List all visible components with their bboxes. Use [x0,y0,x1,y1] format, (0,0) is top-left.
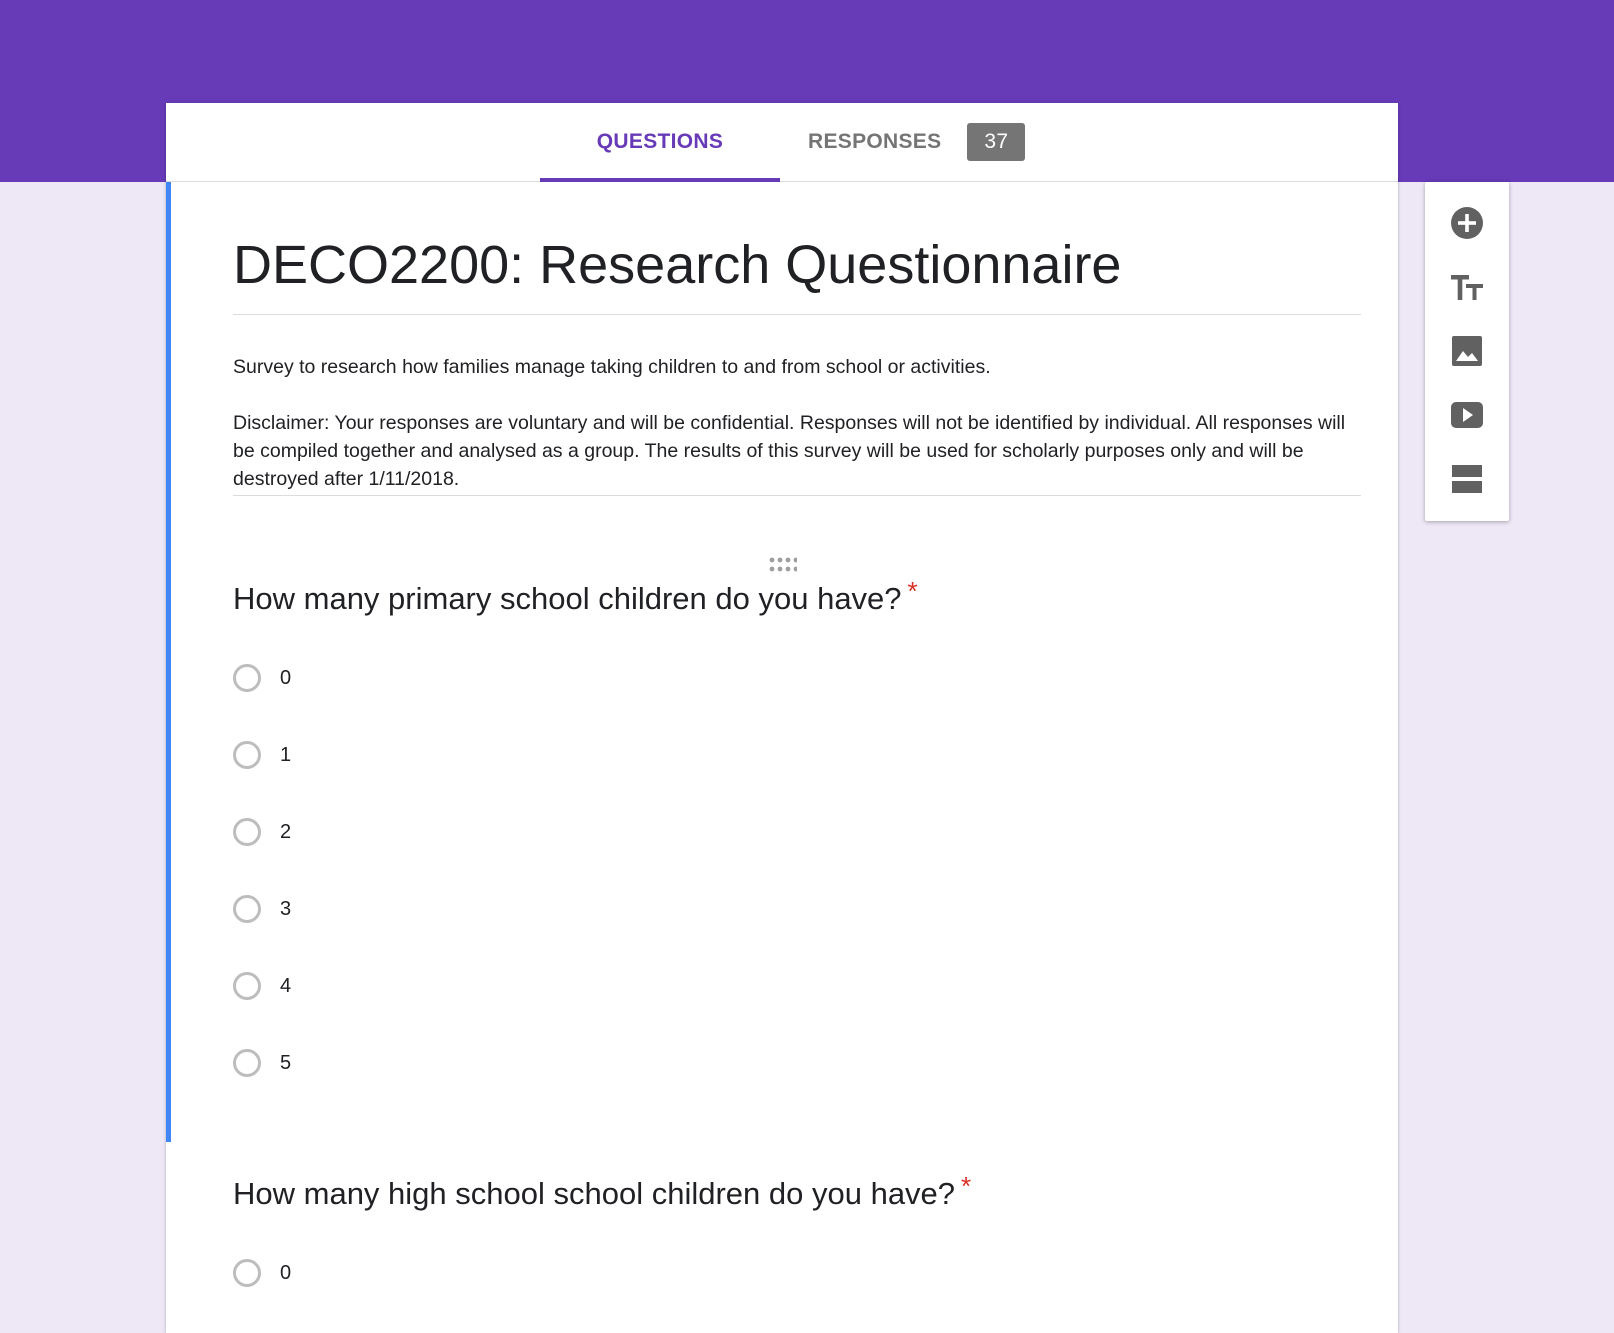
radio-button[interactable] [233,895,261,923]
tab-questions-label: QUESTIONS [596,130,724,153]
add-image-button[interactable] [1425,319,1509,383]
radio-option[interactable]: 3 [233,892,291,926]
add-video-icon [1450,401,1484,429]
side-toolbar [1425,182,1509,521]
add-question-icon [1450,206,1484,240]
option-label: 5 [280,1051,292,1074]
radio-button[interactable] [233,1049,261,1077]
radio-button[interactable] [233,818,261,846]
question-title-text: How many primary school children do you … [233,581,902,616]
option-label: 0 [280,1261,292,1284]
add-question-button[interactable] [1425,191,1509,255]
radio-button[interactable] [233,741,261,769]
question-title: How many primary school children do you … [233,576,1361,619]
add-section-icon [1451,464,1483,494]
option-label: 0 [280,666,292,689]
option-label: 2 [280,820,292,843]
radio-option[interactable]: 0 [233,1256,291,1290]
radio-button[interactable] [233,972,261,1000]
add-video-button[interactable] [1425,383,1509,447]
question-primary-children[interactable]: How many primary school children do you … [233,576,1361,1077]
responses-count-badge: 37 [967,123,1026,161]
radio-option[interactable]: 0 [233,661,291,695]
required-asterisk: * [961,1171,972,1201]
option-label: 1 [280,743,292,766]
form-card: QUESTIONS RESPONSES 37 DECO2200: Researc… [166,103,1398,1333]
add-image-icon [1451,335,1483,367]
form-title[interactable]: DECO2200: Research Questionnaire [233,230,1361,315]
add-title-icon [1450,272,1484,302]
form-description-text: Survey to research how families manage t… [233,356,991,378]
form-disclaimer-text: Disclaimer: Your responses are voluntary… [233,412,1346,490]
radio-option[interactable]: 2 [233,815,291,849]
tab-responses[interactable]: RESPONSES 37 [780,103,1080,181]
question-high-school-children[interactable]: How many high school school children do … [233,1171,1361,1287]
add-section-button[interactable] [1425,447,1509,511]
tab-bar: QUESTIONS RESPONSES 37 [166,103,1398,182]
form-description[interactable]: Survey to research how families manage t… [233,353,1361,496]
option-label: 4 [280,974,292,997]
option-label: 3 [280,897,292,920]
question-title-text: How many high school school children do … [233,1176,956,1211]
radio-option[interactable]: 5 [233,1046,291,1080]
drag-handle-icon[interactable] [769,557,799,573]
required-asterisk: * [907,576,918,606]
radio-option[interactable]: 4 [233,969,291,1003]
tab-questions[interactable]: QUESTIONS [540,103,780,182]
radio-button[interactable] [233,664,261,692]
radio-button[interactable] [233,1259,261,1287]
radio-option[interactable]: 1 [233,738,291,772]
active-section-indicator [166,182,171,1142]
add-title-button[interactable] [1425,255,1509,319]
tab-responses-label: RESPONSES [808,130,942,153]
question-title: How many high school school children do … [233,1171,1361,1214]
